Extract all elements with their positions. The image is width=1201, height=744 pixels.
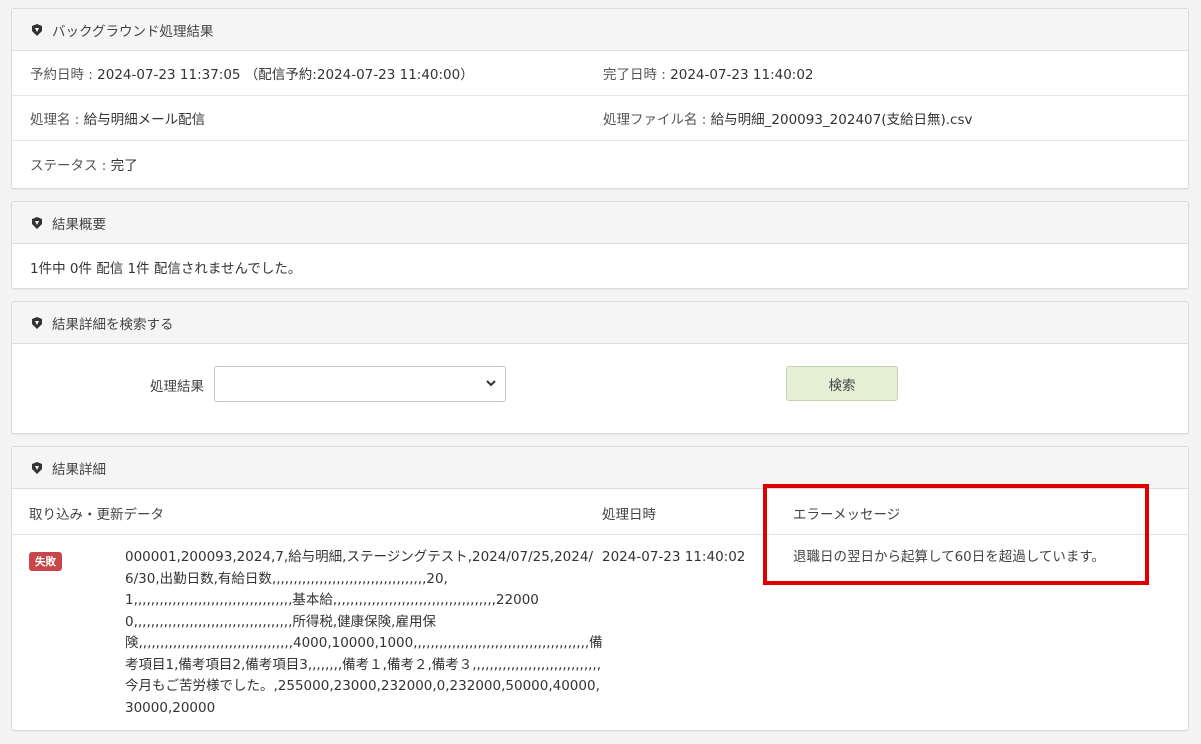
brand-icon <box>32 216 42 229</box>
panel-title: バックグラウンド処理結果 <box>52 23 214 40</box>
background-result-panel: バックグラウンド処理結果 予約日時 : 2024-07-23 11:37:05 … <box>11 8 1189 189</box>
panel-title: 結果詳細を検索する <box>52 316 174 333</box>
status: ステータス : 完了 <box>30 157 138 174</box>
search-button[interactable]: 検索 <box>786 366 898 401</box>
status-badge: 失敗 <box>29 552 62 571</box>
process-file-name: 処理ファイル名 : 給与明細_200093_202407(支給日無).csv <box>603 112 973 128</box>
summary-text: 1件中 0件 配信 1件 配信されませんでした。 <box>30 260 302 277</box>
col-header-data: 取り込み・更新データ <box>29 507 164 523</box>
panel-header: 結果詳細 <box>12 447 1188 489</box>
panel-header: 結果詳細を検索する <box>12 302 1188 344</box>
reserved-datetime: 予約日時 : 2024-07-23 11:37:05 （配信予約:2024-07… <box>30 67 474 83</box>
col-header-date: 処理日時 <box>602 507 656 523</box>
chevron-down-icon <box>486 380 496 387</box>
panel-title: 結果概要 <box>52 216 106 233</box>
completed-datetime: 完了日時 : 2024-07-23 11:40:02 <box>603 67 814 83</box>
panel-header: バックグラウンド処理結果 <box>12 9 1188 51</box>
brand-icon <box>32 23 42 36</box>
error-highlight-box <box>763 484 1149 585</box>
import-data-cell: 000001,200093,2024,7,給与明細,ステージングテスト,2024… <box>125 549 603 716</box>
result-filter-select[interactable] <box>214 366 506 402</box>
brand-icon <box>32 461 42 474</box>
result-summary-panel: 結果概要 1件中 0件 配信 1件 配信されませんでした。 <box>11 201 1189 289</box>
process-name: 処理名 : 給与明細メール配信 <box>30 112 206 128</box>
filter-label: 処理結果 <box>150 379 204 395</box>
process-date-cell: 2024-07-23 11:40:02 <box>602 549 746 565</box>
panel-title: 結果詳細 <box>52 461 106 478</box>
brand-icon <box>32 316 42 329</box>
search-panel: 結果詳細を検索する 処理結果 検索 <box>11 301 1189 434</box>
panel-header: 結果概要 <box>12 202 1188 244</box>
